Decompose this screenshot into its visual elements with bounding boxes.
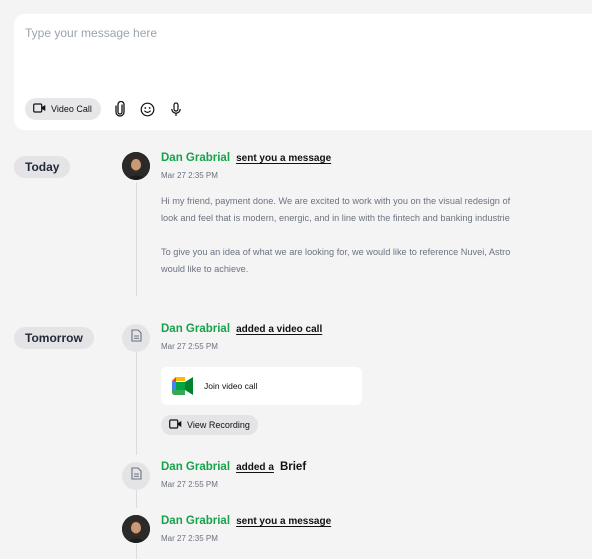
document-event-marker: [122, 462, 150, 490]
document-event-marker: [122, 324, 150, 352]
day-label-today: Today: [14, 156, 71, 178]
google-meet-icon: [172, 377, 194, 395]
event-timestamp: Mar 27 2:55 PM: [161, 342, 218, 351]
timeline-line: [136, 544, 137, 559]
message-line: would like to achieve.: [161, 264, 249, 274]
emoji-icon[interactable]: [139, 100, 157, 118]
day-label-tomorrow: Tomorrow: [14, 327, 94, 349]
composer-toolbar: Video Call: [25, 98, 185, 120]
view-recording-button[interactable]: View Recording: [161, 415, 258, 435]
message-composer[interactable]: Type your message here Video Call: [14, 14, 592, 130]
event-timestamp: Mar 27 2:35 PM: [161, 171, 218, 180]
event-header: Dan Grabrial sent you a message: [161, 515, 331, 527]
view-recording-label: View Recording: [187, 420, 250, 430]
message-line: Hi my friend, payment done. We are excit…: [161, 196, 511, 206]
video-call-label: Video Call: [51, 104, 92, 114]
video-call-button[interactable]: Video Call: [25, 98, 101, 120]
user-name-link[interactable]: Dan Grabrial: [161, 152, 230, 164]
avatar: [122, 515, 150, 543]
timeline-line: [136, 490, 137, 508]
message-input[interactable]: Type your message here: [25, 26, 157, 40]
user-name-link[interactable]: Dan Grabrial: [161, 323, 230, 335]
message-line: To give you an idea of what we are looki…: [161, 247, 511, 257]
event-timestamp: Mar 27 2:35 PM: [161, 534, 218, 543]
event-object[interactable]: Brief: [280, 461, 306, 473]
event-action[interactable]: added a video call: [236, 324, 322, 335]
event-action[interactable]: sent you a message: [236, 153, 331, 164]
join-video-call-label: Join video call: [204, 381, 258, 391]
document-icon: [130, 467, 142, 485]
join-video-call-card[interactable]: Join video call: [161, 367, 362, 405]
avatar: [122, 152, 150, 180]
event-header: Dan Grabrial added a Brief: [161, 461, 306, 473]
timeline-line: [136, 182, 137, 296]
message-line: look and feel that is modern, energic, a…: [161, 213, 510, 223]
video-camera-icon: [169, 419, 182, 431]
microphone-icon[interactable]: [167, 100, 185, 118]
document-icon: [130, 329, 142, 347]
event-header: Dan Grabrial added a video call: [161, 323, 322, 335]
video-camera-icon: [33, 103, 46, 115]
event-header: Dan Grabrial sent you a message: [161, 152, 331, 164]
message-body: Hi my friend, payment done. We are excit…: [161, 193, 592, 278]
attachment-icon[interactable]: [111, 100, 129, 118]
event-action[interactable]: sent you a message: [236, 516, 331, 527]
event-timestamp: Mar 27 2:55 PM: [161, 480, 218, 489]
timeline-line: [136, 352, 137, 455]
user-name-link[interactable]: Dan Grabrial: [161, 461, 230, 473]
user-name-link[interactable]: Dan Grabrial: [161, 515, 230, 527]
event-action[interactable]: added a: [236, 462, 274, 473]
